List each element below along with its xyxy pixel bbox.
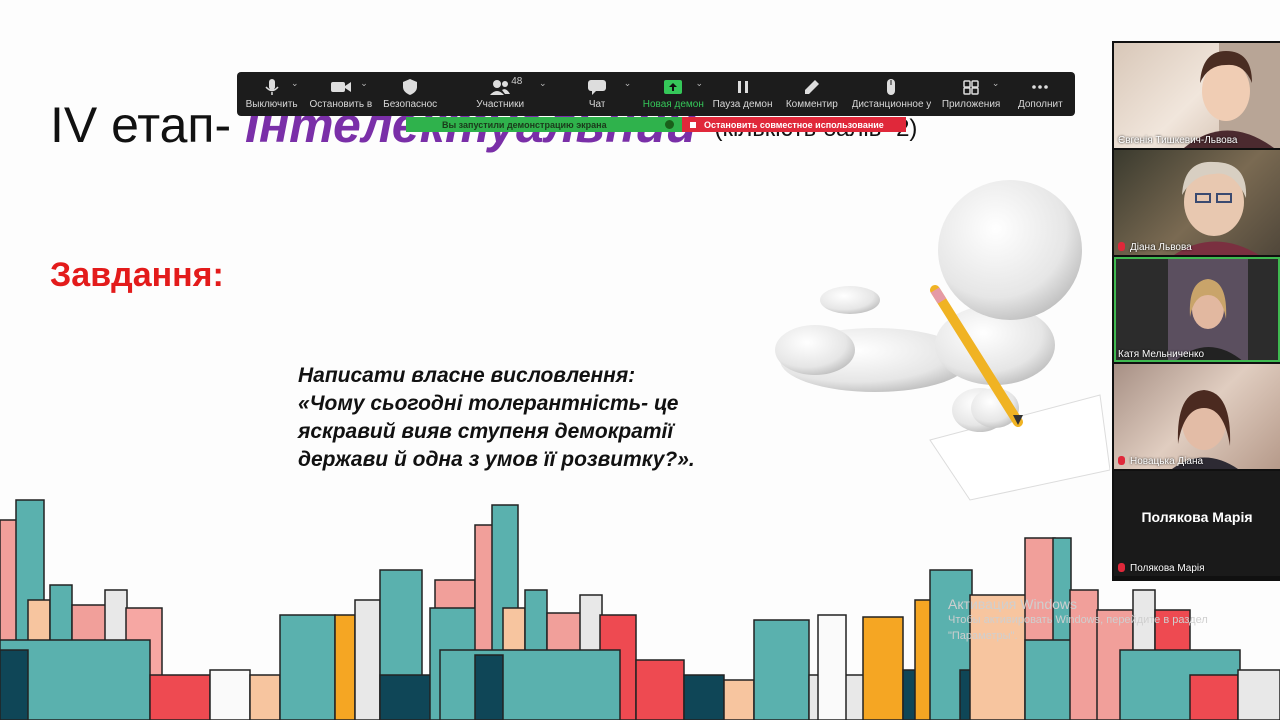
pause-share-button[interactable]: Пауза демон [708,72,777,116]
muted-mic-icon [1118,456,1125,465]
participant-tile[interactable]: Діана Львова [1114,150,1280,255]
mouse-icon [887,79,896,95]
participant-name: Катя Мельниченко [1118,349,1205,360]
participant-display-name: Полякова Марія [1141,509,1253,525]
participants-label: Участники [476,99,525,110]
pause-icon [737,81,748,93]
remote-control-label: Дистанционное у [851,99,932,110]
more-icon [1032,85,1049,89]
more-label: Дополнит [1017,99,1063,110]
new-share-button[interactable]: ⌄ Новая демон [639,72,708,116]
participants-icon [490,80,511,95]
participant-video-panel: Євгенія Тишкевич-Львова Діана Львова Кат… [1112,41,1280,581]
mute-button[interactable]: ⌄ Выключить [237,72,306,116]
mute-label: Выключить [245,99,298,110]
participant-video-feed [1184,43,1280,148]
watermark-title: Активация Windows [948,596,1078,612]
video-camera-icon [330,82,351,92]
participants-count: 48 [511,76,523,87]
share-status-pill: Вы запустили демонстрацию экрана [406,117,682,132]
more-button[interactable]: Дополнит [1006,72,1075,116]
participants-button[interactable]: 48 ⌄ Участники [445,72,556,116]
task-heading: Завдання: [50,256,224,294]
participant-video-feed [1172,390,1238,469]
chevron-down-icon[interactable]: ⌄ [291,78,299,89]
watermark-subtitle: Чтобы активировать Windows, перейдите в … [948,614,1208,626]
participant-name: Полякова Марія [1118,563,1205,574]
participant-name: Діана Львова [1118,242,1192,253]
stop-video-label: Остановить в [309,99,373,110]
chat-button[interactable]: ⌄ Чат [556,72,639,116]
participant-tile-active-speaker[interactable]: Катя Мельниченко [1114,257,1280,362]
chat-icon [588,80,607,95]
remote-control-button[interactable]: Дистанционное у [846,72,936,116]
zoom-share-toolbar: ⌄ Выключить ⌄ Остановить в Безопаснос 48… [237,72,1075,116]
apps-icon [963,80,979,95]
chevron-down-icon[interactable]: ⌄ [624,78,632,89]
security-button[interactable]: Безопаснос [376,72,445,116]
muted-mic-icon [1118,563,1125,572]
chevron-down-icon[interactable]: ⌄ [360,78,368,89]
screen-share-banner: Вы запустили демонстрацию экрана Останов… [406,117,906,132]
participant-video-feed [1168,257,1248,362]
apps-label: Приложения [941,99,1001,110]
share-screen-icon [664,80,683,94]
participant-name-text: Полякова Марія [1130,563,1205,574]
task-line: держави й одна з умов її розвитку?». [298,448,695,471]
task-line: «Чому сьогодні толерантність- це [298,392,679,415]
task-line: яскравий вияв ступеня демократії [298,420,674,443]
new-share-label: Новая демон [642,99,704,110]
annotate-button[interactable]: Комментир [777,72,846,116]
stop-icon [690,121,696,128]
watermark-subtitle-2: "Параметры". [948,630,1018,642]
shield-check-icon [665,120,674,129]
slide-title-prefix: IV етап- [50,97,246,153]
participant-tile[interactable]: Полякова Марія Полякова Марія [1114,471,1280,576]
participant-name-text: Новацька Діана [1130,456,1204,467]
participant-tile[interactable]: Євгенія Тишкевич-Львова [1114,43,1280,148]
chevron-down-icon[interactable]: ⌄ [992,78,1000,89]
stop-video-button[interactable]: ⌄ Остановить в [306,72,375,116]
annotate-label: Комментир [785,99,838,110]
muted-mic-icon [1118,242,1125,251]
writing-man-illustration [775,180,1110,501]
chat-label: Чат [588,99,606,110]
stop-share-label: Остановить совместное использование [704,119,884,130]
windows-activation-watermark: Активация Windows Чтобы активировать Win… [948,596,1208,644]
chevron-down-icon[interactable]: ⌄ [695,78,703,89]
pause-share-label: Пауза демон [712,99,773,110]
chevron-down-icon[interactable]: ⌄ [539,78,547,89]
apps-button[interactable]: ⌄ Приложения [936,72,1005,116]
participant-name: Євгенія Тишкевич-Львова [1118,135,1238,146]
security-label: Безопаснос [383,99,438,110]
participant-name-text: Діана Львова [1130,242,1192,253]
microphone-icon [265,79,279,95]
task-text: Написати власне висловлення: «Чому сього… [298,362,768,474]
stop-share-button[interactable]: Остановить совместное использование [682,117,906,132]
participant-name: Новацька Діана [1118,456,1203,467]
participant-tile[interactable]: Новацька Діана [1114,364,1280,469]
pencil-icon [804,80,819,94]
shield-icon [403,79,418,95]
share-status-label: Вы запустили демонстрацию экрана [442,119,607,130]
participant-video-feed [1174,161,1259,255]
task-line: Написати власне висловлення: [298,364,636,387]
